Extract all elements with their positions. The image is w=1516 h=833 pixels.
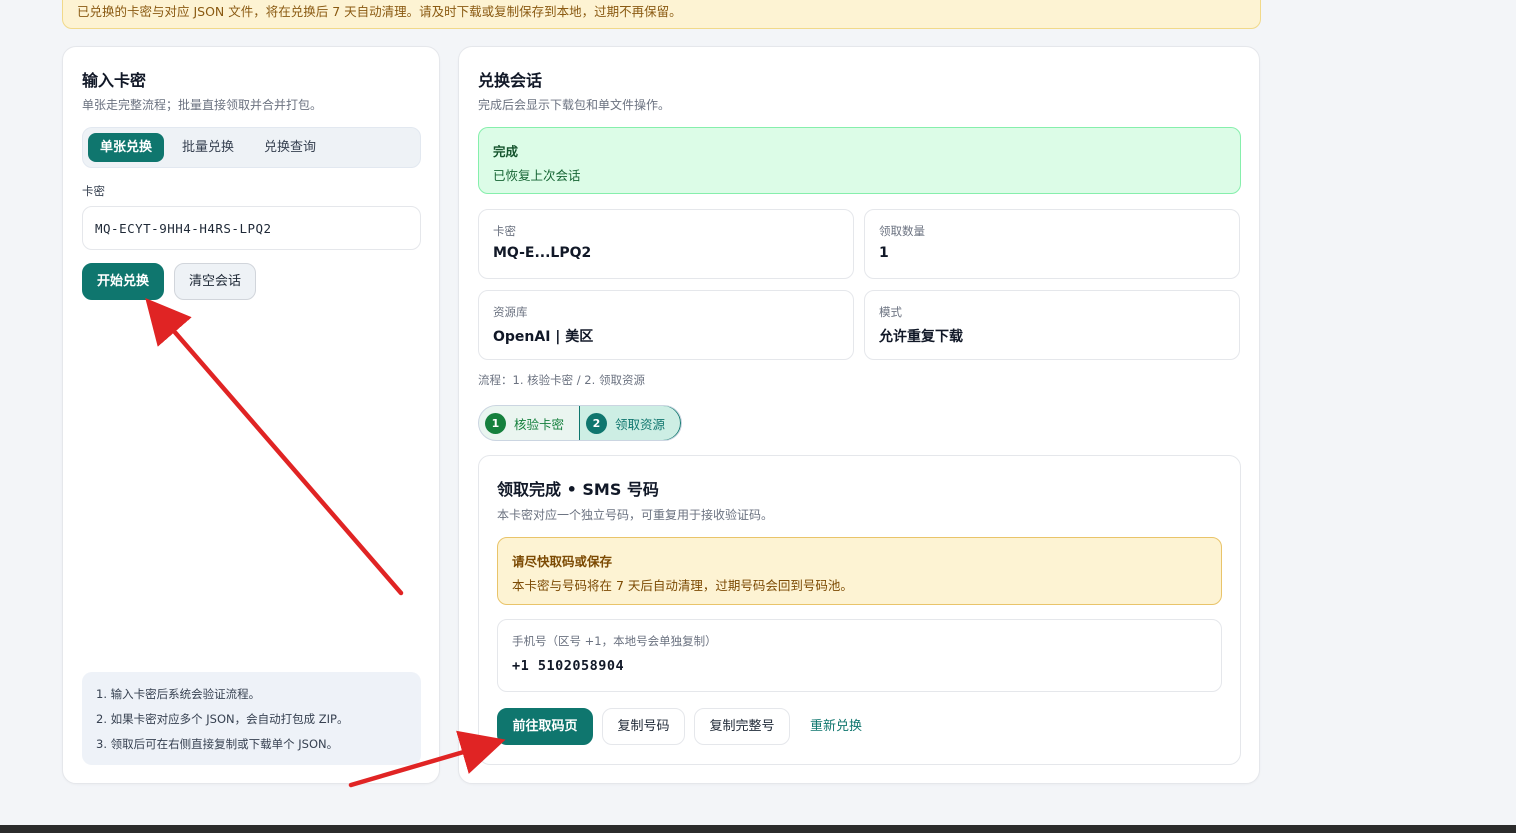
tab-single-redeem[interactable]: 单张兑换: [88, 133, 165, 162]
panel-title: 兑换会话: [478, 71, 543, 90]
info-card-key: 卡密 MQ-E...LPQ2: [478, 209, 854, 279]
tips-box: 1. 输入卡密后系统会验证流程。 2. 如果卡密对应多个 JSON，会自动打包成…: [82, 672, 421, 765]
status-text: 已恢复上次会话: [493, 168, 581, 183]
warning-text: 本卡密与号码将在 7 天后自动清理，过期号码会回到号码池。: [512, 578, 853, 593]
info-label: 资源库: [493, 305, 528, 319]
notice-banner-text: 已兑换的卡密与对应 JSON 文件，将在兑换后 7 天自动清理。请及时下载或复制…: [77, 4, 682, 19]
info-label: 模式: [879, 305, 902, 319]
step-claim: 2 领取资源: [579, 406, 681, 440]
tip-item: 2. 如果卡密对应多个 JSON，会自动打包成 ZIP。: [96, 712, 349, 726]
redeem-again-link[interactable]: 重新兑换: [799, 708, 873, 745]
step-label: 核验卡密: [514, 416, 565, 432]
result-card: 领取完成 • SMS 号码 本卡密对应一个独立号码，可重复用于接收验证码。 请尽…: [478, 455, 1241, 765]
info-label: 领取数量: [879, 224, 925, 238]
start-redeem-button[interactable]: 开始兑换: [82, 263, 164, 300]
info-card-repo: 资源库 OpenAI | 美区: [478, 290, 854, 360]
step-number: 2: [586, 412, 607, 434]
phone-label: 手机号（区号 +1，本地号会单独复制）: [512, 634, 717, 648]
info-value: MQ-E...LPQ2: [493, 245, 592, 261]
taskbar-strip: [0, 825, 1516, 833]
phone-number-box: 手机号（区号 +1，本地号会单独复制） +1 5102058904: [497, 619, 1222, 692]
step-verify: 1 核验卡密: [479, 406, 579, 440]
status-title: 完成: [493, 144, 519, 159]
card-key-label: 卡密: [82, 184, 105, 198]
tip-item: 1. 输入卡密后系统会验证流程。: [96, 687, 261, 701]
flow-description: 流程：1. 核验卡密 / 2. 领取资源: [478, 373, 645, 387]
info-card-count: 领取数量 1: [864, 209, 1240, 279]
panel-title: 输入卡密: [82, 71, 147, 90]
status-success-box: 完成 已恢复上次会话: [478, 127, 1241, 194]
mode-tabs: 单张兑换 批量兑换 兑换查询: [82, 127, 421, 168]
info-value: OpenAI | 美区: [493, 329, 594, 345]
panel-subtitle: 完成后会显示下载包和单文件操作。: [478, 98, 671, 112]
goto-code-page-button[interactable]: 前往取码页: [497, 708, 593, 745]
copy-number-button[interactable]: 复制号码: [602, 708, 685, 745]
info-card-mode: 模式 允许重复下载: [864, 290, 1240, 360]
clear-session-button[interactable]: 清空会话: [174, 263, 256, 300]
panel-subtitle: 单张走完整流程；批量直接领取并合并打包。: [82, 98, 323, 112]
copy-full-number-button[interactable]: 复制完整号: [694, 708, 790, 745]
redeem-session-panel: 兑换会话 完成后会显示下载包和单文件操作。 完成 已恢复上次会话 卡密 MQ-E…: [458, 46, 1260, 784]
warning-title: 请尽快取码或保存: [512, 554, 613, 569]
step-number: 1: [485, 412, 506, 434]
progress-steps: 1 核验卡密 2 领取资源: [478, 405, 682, 441]
tip-item: 3. 领取后可在右侧直接复制或下载单个 JSON。: [96, 737, 339, 751]
tab-redeem-query[interactable]: 兑换查询: [252, 133, 328, 162]
phone-value[interactable]: +1 5102058904: [512, 658, 1207, 674]
info-label: 卡密: [493, 224, 516, 238]
step-label: 领取资源: [615, 416, 666, 432]
tab-batch-redeem[interactable]: 批量兑换: [170, 133, 246, 162]
result-title: 领取完成 • SMS 号码: [497, 480, 659, 499]
redeem-input-panel: 输入卡密 单张走完整流程；批量直接领取并合并打包。 单张兑换 批量兑换 兑换查询…: [62, 46, 440, 784]
info-value: 允许重复下载: [879, 329, 963, 345]
card-key-input[interactable]: [82, 206, 421, 250]
info-value: 1: [879, 245, 889, 261]
warning-box: 请尽快取码或保存 本卡密与号码将在 7 天后自动清理，过期号码会回到号码池。: [497, 537, 1222, 605]
result-subtitle: 本卡密对应一个独立号码，可重复用于接收验证码。: [497, 508, 774, 522]
notice-banner: 已兑换的卡密与对应 JSON 文件，将在兑换后 7 天自动清理。请及时下载或复制…: [62, 0, 1261, 29]
